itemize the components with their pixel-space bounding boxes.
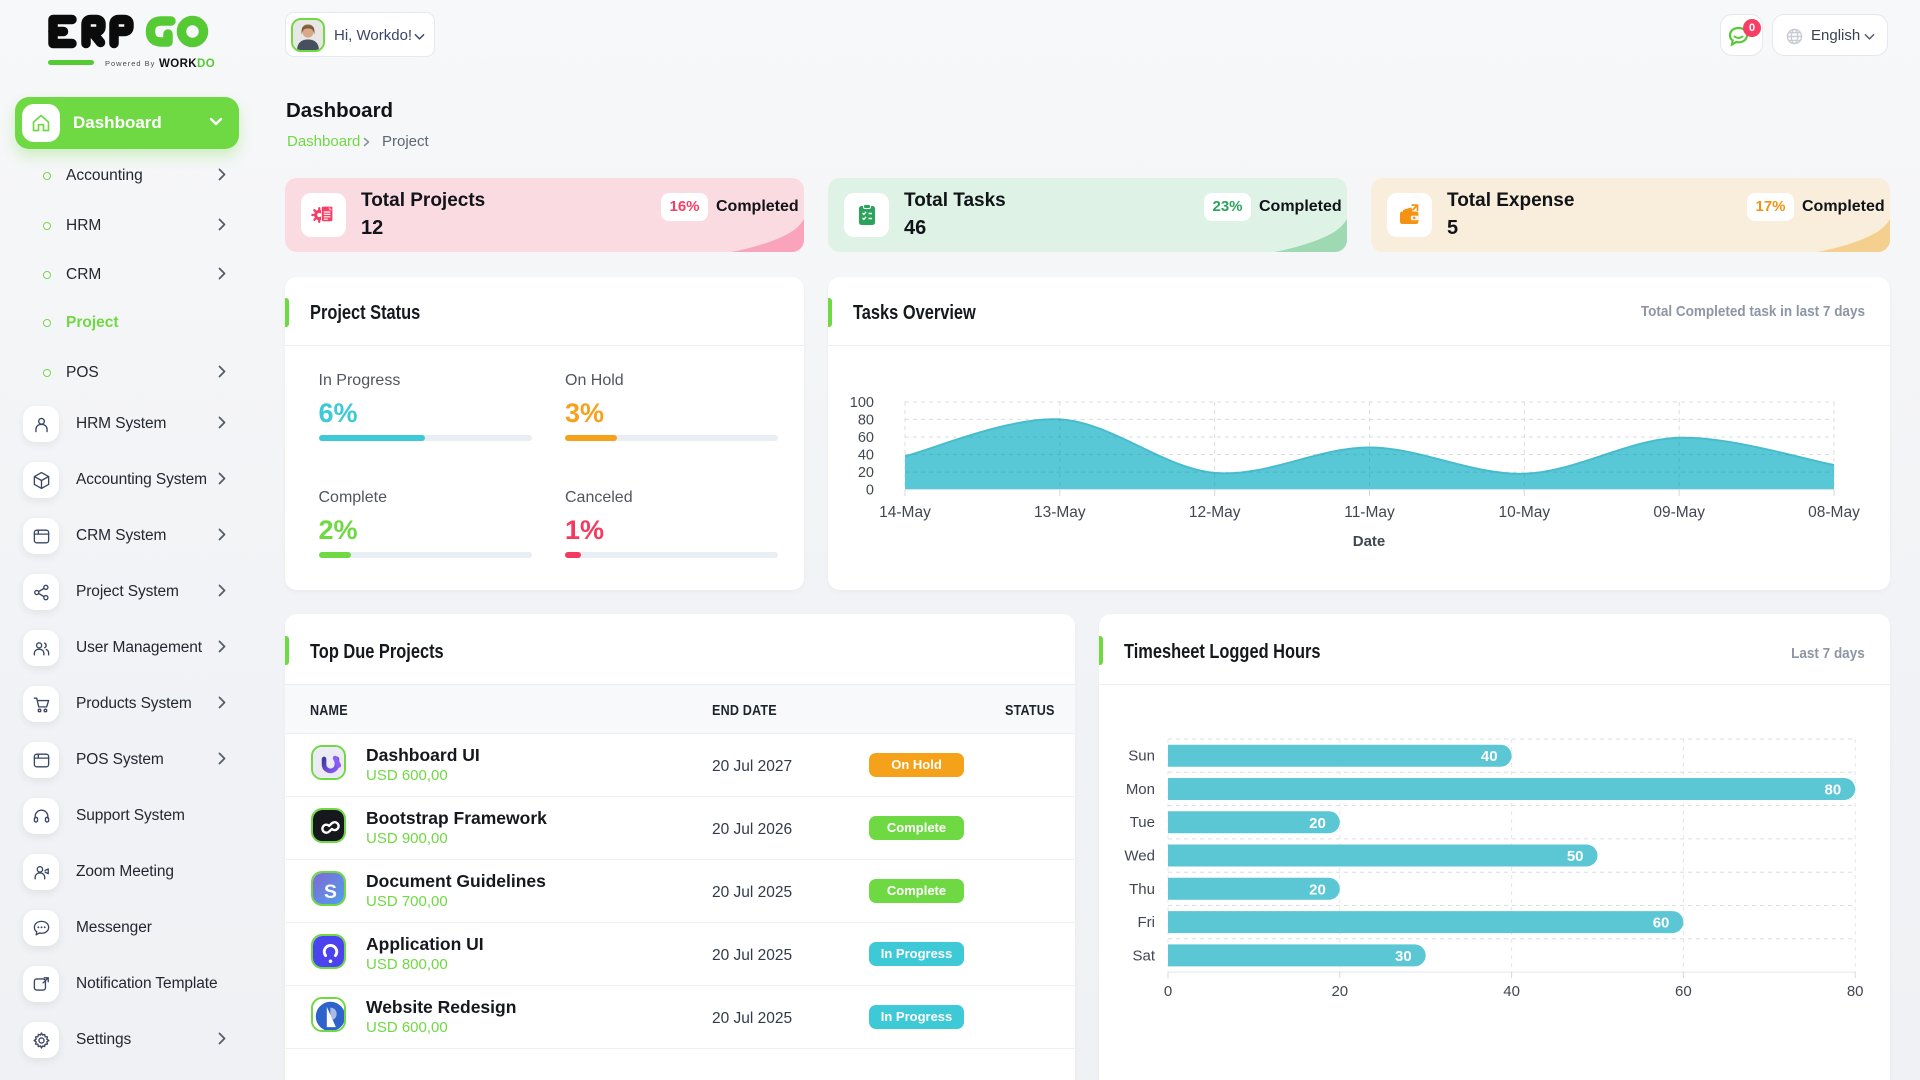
svg-text:40: 40 xyxy=(1481,748,1498,765)
svg-text:Mon: Mon xyxy=(1126,781,1155,798)
svg-text:08-May: 08-May xyxy=(1808,504,1860,521)
svg-text:80: 80 xyxy=(858,412,874,428)
svg-text:60: 60 xyxy=(858,430,874,446)
svg-text:14-May: 14-May xyxy=(879,504,931,521)
svg-text:0: 0 xyxy=(866,483,874,499)
svg-text:Tue: Tue xyxy=(1130,814,1155,831)
svg-text:80: 80 xyxy=(1847,983,1864,1000)
svg-text:20: 20 xyxy=(1331,983,1348,1000)
svg-text:40: 40 xyxy=(1503,983,1520,1000)
svg-text:Sun: Sun xyxy=(1128,748,1155,765)
svg-text:09-May: 09-May xyxy=(1653,504,1705,521)
svg-text:Date: Date xyxy=(1353,533,1386,550)
svg-text:60: 60 xyxy=(1675,983,1692,1000)
svg-text:20: 20 xyxy=(858,465,874,481)
svg-text:30: 30 xyxy=(1395,948,1412,965)
svg-text:11-May: 11-May xyxy=(1344,504,1395,521)
svg-text:Wed: Wed xyxy=(1124,848,1155,865)
svg-text:Fri: Fri xyxy=(1138,914,1156,931)
svg-text:0: 0 xyxy=(1164,983,1172,1000)
svg-text:Thu: Thu xyxy=(1129,881,1155,898)
svg-text:40: 40 xyxy=(858,448,874,464)
svg-text:S: S xyxy=(324,881,337,903)
svg-text:100: 100 xyxy=(850,395,874,411)
svg-text:20: 20 xyxy=(1309,881,1326,898)
svg-text:10-May: 10-May xyxy=(1498,504,1550,521)
svg-text:20: 20 xyxy=(1309,815,1326,832)
svg-text:60: 60 xyxy=(1653,915,1670,932)
svg-text:13-May: 13-May xyxy=(1034,504,1086,521)
svg-text:Sat: Sat xyxy=(1132,947,1155,964)
svg-text:80: 80 xyxy=(1825,782,1842,799)
svg-text:50: 50 xyxy=(1567,848,1584,865)
svg-text:12-May: 12-May xyxy=(1189,504,1241,521)
svg-text:WORKDO: WORKDO xyxy=(159,58,215,70)
svg-text:Powered By: Powered By xyxy=(105,59,155,68)
